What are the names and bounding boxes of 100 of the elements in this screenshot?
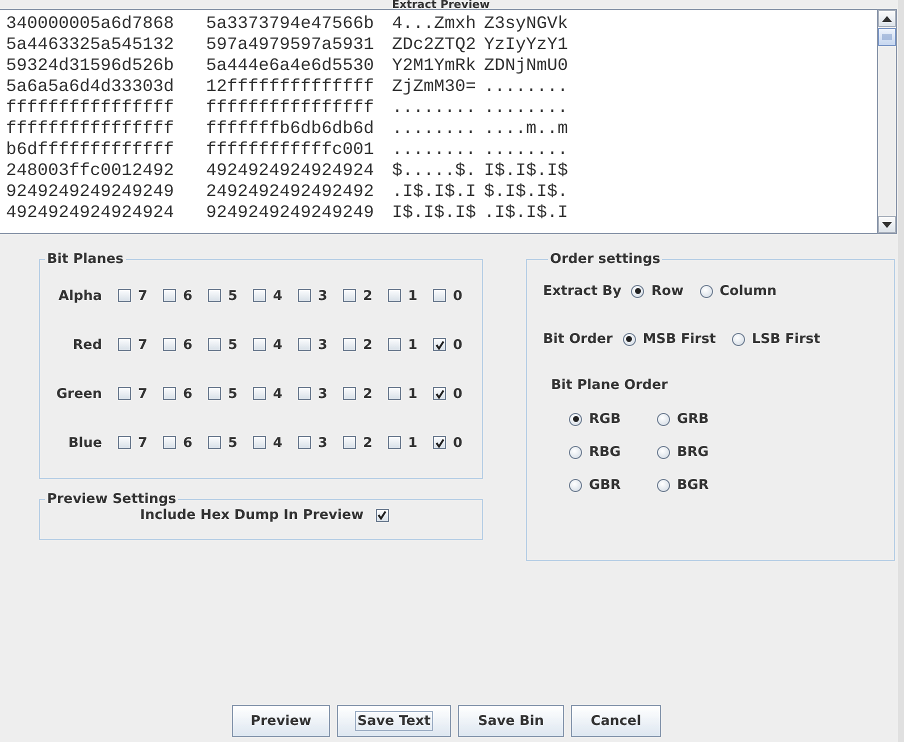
channel-label: Green [55, 386, 102, 402]
checkbox[interactable] [163, 436, 176, 449]
ascii-text: $.....$. [392, 161, 478, 182]
ascii-text: ........ [484, 77, 568, 98]
checkbox[interactable] [343, 387, 356, 400]
option-label: BRG [677, 444, 709, 460]
ascii-text: 4...Zmxh [392, 14, 478, 35]
preview-text-area[interactable] [0, 9, 897, 234]
checkbox[interactable] [118, 387, 131, 400]
checkbox[interactable] [118, 338, 131, 351]
bit-label: 7 [138, 288, 148, 304]
checkbox[interactable] [433, 387, 446, 400]
checkbox[interactable] [253, 387, 266, 400]
bit-label: 4 [273, 434, 282, 450]
bit-label: 4 [273, 386, 282, 402]
option-label: GRB [677, 411, 709, 427]
checkbox[interactable] [376, 508, 389, 522]
radio-button[interactable] [569, 412, 582, 426]
radio-button[interactable] [569, 446, 582, 458]
radio-button[interactable] [657, 412, 670, 426]
bit-label: 4 [273, 288, 282, 304]
hex-text: b6dfffffffffffff [6, 140, 176, 161]
hex-text: 5a4463325a545132 [6, 35, 176, 56]
bit-label: 5 [228, 288, 238, 304]
option-label: RBG [589, 444, 621, 460]
checkbox[interactable] [343, 436, 356, 449]
dialog-button[interactable]: Save Text [337, 705, 451, 737]
dialog-button[interactable]: Cancel [571, 705, 661, 737]
scroll-thumb[interactable] [878, 28, 896, 46]
radio-button[interactable] [657, 446, 670, 458]
scrollbar[interactable] [877, 10, 896, 233]
checkbox[interactable] [343, 289, 356, 302]
checkbox[interactable] [163, 338, 176, 351]
checkbox[interactable] [253, 338, 266, 351]
bit-label: 5 [228, 336, 238, 352]
radio-button[interactable] [622, 332, 636, 346]
ascii-text: Z3syNGVk [484, 14, 568, 35]
bit-label: 2 [363, 434, 372, 450]
bit-label: 3 [318, 288, 328, 304]
bit-label: 6 [183, 386, 192, 402]
bit-label: 0 [453, 434, 462, 450]
bit-label: 2 [363, 386, 372, 402]
bit-label: 6 [183, 434, 192, 450]
bit-label: 2 [363, 336, 372, 352]
checkbox[interactable] [298, 387, 311, 400]
hex-text: ffffffffffffc001 [206, 140, 376, 161]
checkbox[interactable] [298, 289, 311, 302]
bit-label: 5 [228, 386, 238, 402]
checkbox[interactable] [298, 338, 311, 351]
option-label: Row [651, 283, 684, 299]
checkbox[interactable] [208, 436, 221, 449]
option-label: LSB First [752, 331, 820, 347]
radio-button[interactable] [631, 284, 644, 298]
panel-title: Bit Planes [46, 251, 125, 267]
checkbox[interactable] [208, 289, 221, 302]
hex-text: 12ffffffffffffff [206, 77, 376, 98]
checkbox[interactable] [388, 387, 401, 400]
hex-text: 9249249249249249 [6, 182, 176, 203]
down-arrow-icon [882, 222, 892, 228]
dialog-button[interactable]: Save Bin [458, 705, 564, 737]
bit-label: 1 [408, 434, 418, 450]
ascii-text: ZDNjNmU0 [484, 56, 568, 77]
checkbox[interactable] [433, 436, 446, 449]
radio-button[interactable] [657, 478, 670, 492]
checkbox[interactable] [253, 289, 266, 302]
checkbox[interactable] [208, 387, 221, 400]
bit-label: 7 [138, 336, 148, 352]
radio-button[interactable] [732, 332, 745, 346]
checkbox[interactable] [118, 436, 131, 449]
checkbox[interactable] [163, 289, 176, 302]
scroll-down-button[interactable] [878, 216, 896, 233]
checkbox[interactable] [388, 338, 401, 351]
checkbox[interactable] [343, 338, 356, 351]
hex-text: fffffffb6db6db6d [206, 119, 376, 140]
ascii-text: ........ [392, 98, 478, 119]
channel-label: Blue [67, 434, 102, 450]
hex-text: 5a6a5a6d4d33303d [6, 77, 176, 98]
preview-title: Extract Preview [392, 0, 490, 9]
setting-label: Extract By [543, 283, 622, 299]
checkbox[interactable] [298, 436, 311, 449]
radio-button[interactable] [700, 284, 713, 298]
option-label: Column [720, 283, 777, 299]
checkbox[interactable] [208, 338, 221, 351]
checkbox[interactable] [163, 387, 176, 400]
dialog-button[interactable]: Preview [232, 705, 330, 737]
checkbox[interactable] [253, 436, 266, 449]
panel-title: Order settings [549, 251, 662, 267]
scroll-up-button[interactable] [878, 10, 896, 27]
radio-button[interactable] [569, 478, 582, 492]
ascii-text: ZDc2ZTQ2 [392, 35, 478, 56]
checkbox[interactable] [118, 289, 131, 302]
hex-text: 4924924924924924 [206, 161, 376, 182]
checkbox[interactable] [388, 289, 401, 302]
checkbox[interactable] [433, 338, 446, 351]
hex-text: ffffffffffffffff [6, 98, 176, 119]
checkbox[interactable] [388, 436, 401, 449]
bit-label: 2 [363, 288, 372, 304]
hex-text: 5a444e6a4e6d5530 [206, 56, 376, 77]
checkbox[interactable] [433, 289, 446, 302]
option-label: RGB [589, 411, 621, 427]
